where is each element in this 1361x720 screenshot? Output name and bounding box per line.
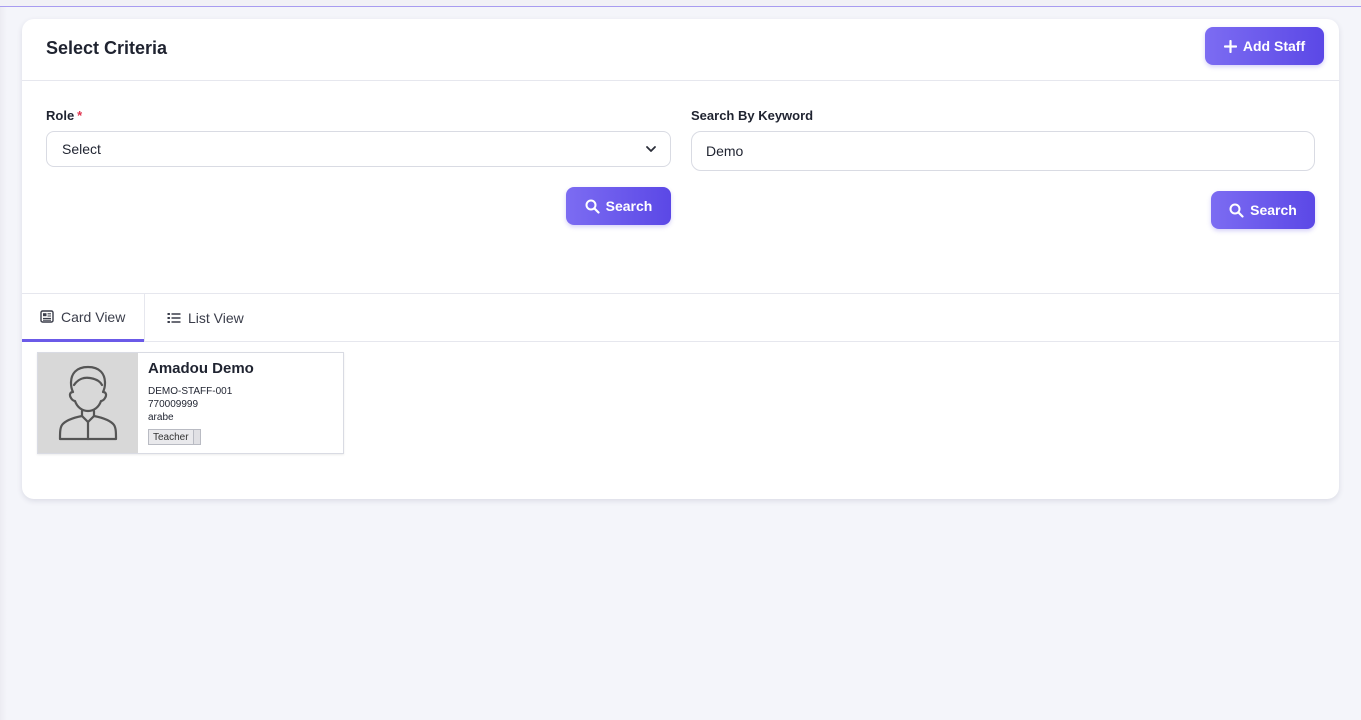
keyword-search-input[interactable] — [691, 131, 1315, 171]
tab-card-view-label: Card View — [61, 308, 126, 325]
view-tabs: Card View List View — [22, 293, 1339, 342]
tab-list-view[interactable]: List View — [144, 294, 254, 342]
keyword-search-label: Search — [1250, 202, 1297, 218]
tab-card-view[interactable]: Card View — [22, 294, 144, 342]
role-search-button[interactable]: Search — [566, 187, 671, 225]
required-mark: * — [77, 108, 83, 123]
criteria-panel: Select Criteria Add Staff Role * Select S… — [22, 19, 1339, 499]
role-select[interactable]: Select — [46, 131, 671, 167]
role-label: Role * — [46, 108, 82, 123]
role-label-text: Role — [46, 108, 75, 123]
role-badge-extra — [192, 430, 200, 444]
add-staff-button[interactable]: Add Staff — [1205, 27, 1324, 65]
role-select-value: Select — [62, 141, 101, 157]
card-view-icon — [40, 310, 54, 323]
keyword-search-button[interactable]: Search — [1211, 191, 1315, 229]
chevron-down-icon — [646, 146, 656, 152]
role-badge: Teacher — [148, 429, 201, 445]
staff-department: arabe — [148, 412, 174, 423]
staff-id: DEMO-STAFF-001 — [148, 386, 233, 397]
panel-header: Select Criteria Add Staff — [22, 19, 1339, 81]
tab-list-view-label: List View — [188, 310, 244, 326]
user-placeholder-icon — [58, 365, 118, 441]
search-icon — [1229, 203, 1244, 218]
top-progress-line — [0, 0, 1361, 7]
search-icon — [585, 199, 600, 214]
staff-card[interactable]: Amadou Demo DEMO-STAFF-001 770009999 ara… — [37, 352, 344, 454]
plus-icon — [1223, 39, 1237, 53]
page-title: Select Criteria — [46, 38, 168, 58]
avatar — [38, 353, 138, 453]
role-search-label: Search — [605, 198, 653, 214]
list-view-icon — [167, 313, 181, 323]
add-staff-label: Add Staff — [1242, 38, 1306, 54]
role-badge-text: Teacher — [153, 432, 189, 443]
staff-phone: 770009999 — [148, 399, 199, 410]
keyword-label: Search By Keyword — [691, 108, 814, 123]
staff-name: Amadou Demo — [148, 360, 254, 377]
sidebar-edge — [0, 7, 7, 720]
